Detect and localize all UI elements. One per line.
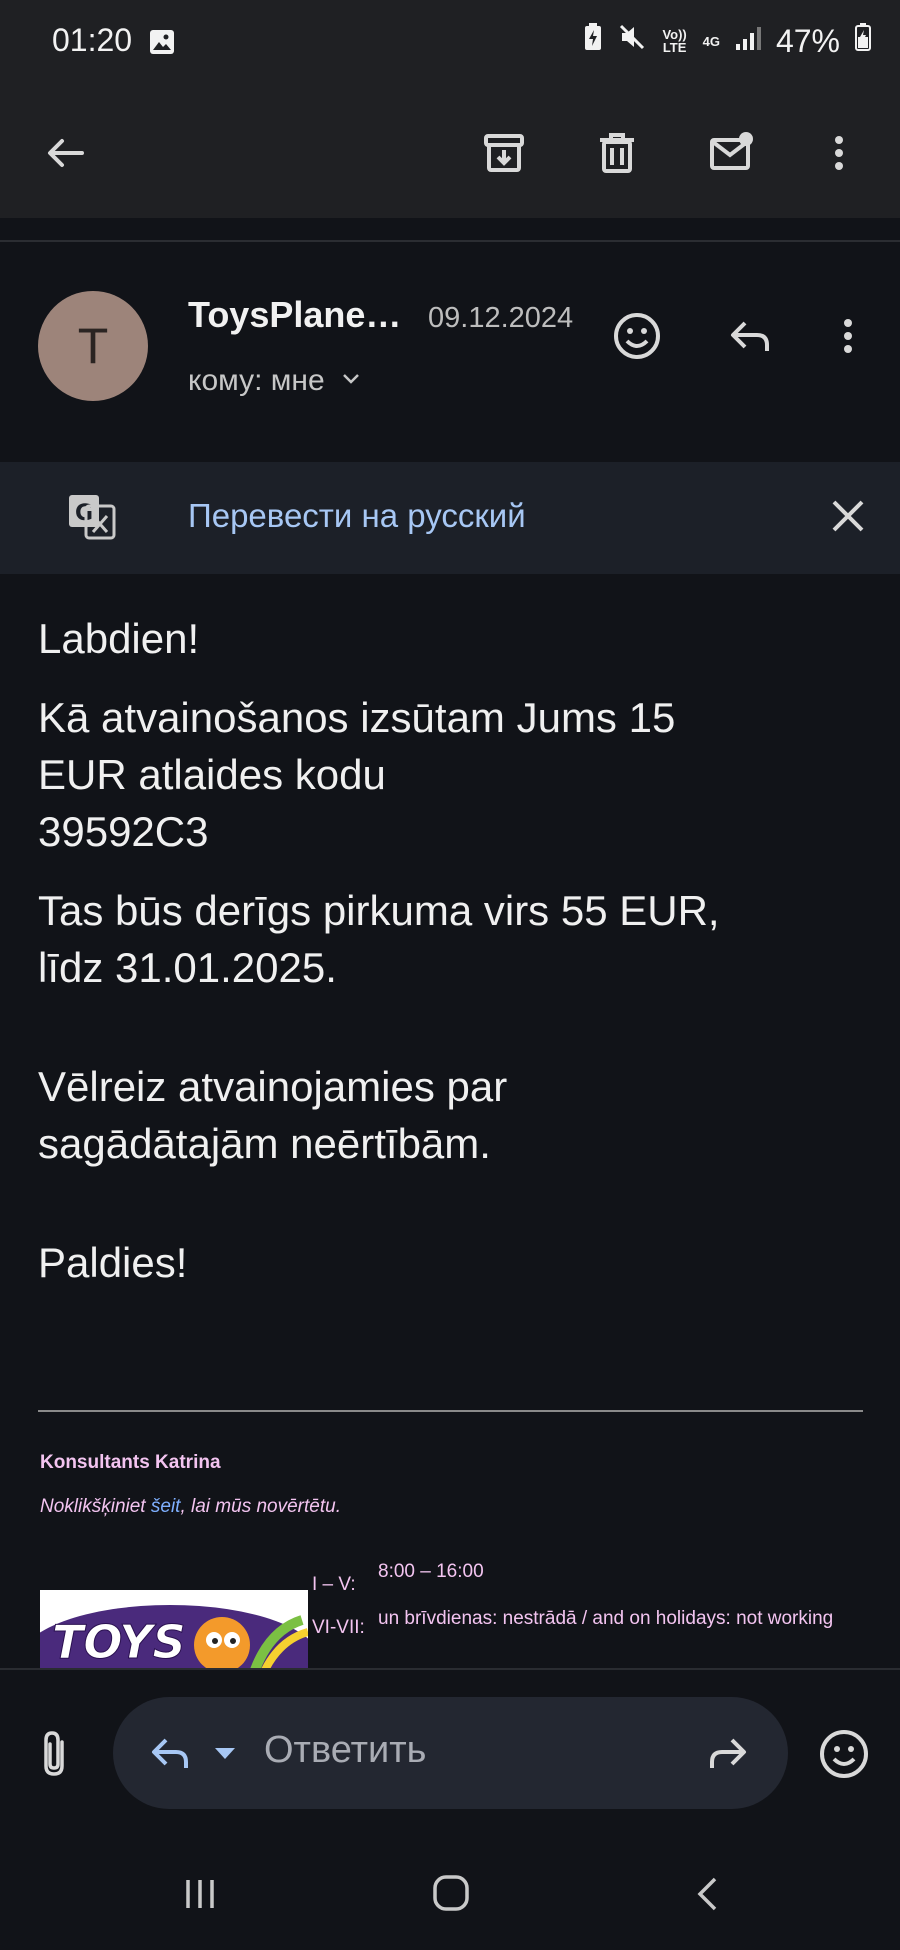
reply-placeholder[interactable]: Ответить — [264, 1729, 426, 1772]
app-bar — [0, 88, 900, 218]
network-label: 4G — [702, 33, 720, 49]
hours-label: VI-VII: — [312, 1617, 365, 1638]
discount-code: 39592C3 — [38, 808, 209, 855]
battery-saver-icon — [583, 22, 603, 60]
hours-value: un brīvdienas: nestrādā / and on holiday… — [378, 1608, 834, 1629]
mark-unread-icon[interactable] — [696, 118, 766, 188]
greeting: Labdien! — [38, 615, 200, 662]
attach-icon[interactable] — [32, 1728, 80, 1780]
sender-avatar[interactable]: T — [38, 291, 148, 401]
translate-icon: G — [66, 490, 118, 542]
message-date: 09.12.2024 — [428, 302, 574, 334]
svg-text:TOYS: TOYS — [52, 1615, 186, 1669]
body-line: sagādātajām neērtībām. — [38, 1120, 491, 1167]
recent-apps-icon[interactable] — [180, 1874, 220, 1914]
gallery-notification-icon — [148, 28, 176, 56]
body-line: Kā atvainošanos izsūtam Jums 15 — [38, 694, 676, 741]
body-line: līdz 31.01.2025. — [38, 944, 337, 991]
battery-percent: 47% — [775, 22, 840, 59]
body-line: Tas būs derīgs pirkuma virs 55 EUR, — [38, 887, 720, 934]
more-vert-icon[interactable] — [804, 118, 874, 188]
closing: Paldies! — [38, 1239, 188, 1286]
hours-label: I – V: — [312, 1574, 356, 1595]
hours-value: 8:00 – 16:00 — [378, 1561, 484, 1582]
back-arrow-icon[interactable] — [30, 118, 100, 188]
mute-icon — [617, 22, 647, 60]
body-line: Vēlreiz atvainojamies par — [38, 1063, 508, 1110]
archive-icon[interactable] — [469, 118, 539, 188]
translate-link[interactable]: Перевести на русский — [188, 497, 526, 535]
volte-label: Vo)) LTE — [662, 27, 687, 55]
rating-note-before: Noklikšķiniet — [40, 1496, 151, 1517]
body-line: EUR atlaides kodu — [38, 751, 386, 798]
chevron-down-icon — [339, 364, 363, 398]
recipient-toggle[interactable]: кому: мне — [188, 364, 363, 398]
recipient-label: кому: мне — [188, 364, 325, 397]
toysplanet-logo: TOYS — [40, 1590, 308, 1670]
reply-icon[interactable] — [720, 306, 780, 366]
close-icon[interactable] — [822, 490, 874, 542]
rating-note-after: , lai mūs novērtētu. — [180, 1496, 341, 1517]
battery-charging-icon — [854, 22, 872, 60]
signature-divider — [38, 1410, 863, 1412]
sender-name[interactable]: ToysPlane… — [188, 294, 401, 336]
reply-mode-icon[interactable] — [146, 1730, 194, 1778]
add-reaction-icon[interactable] — [607, 306, 667, 366]
message-body: Labdien! Kā atvainošanos izsūtam Jums 15… — [38, 610, 858, 1291]
signal-icon — [734, 23, 762, 60]
status-time: 01:20 — [52, 22, 133, 58]
status-icons: Vo)) LTE 4G 47% — [583, 22, 872, 60]
divider — [0, 240, 900, 242]
forward-icon[interactable] — [704, 1730, 752, 1778]
signature-name: Konsultants Katrina — [40, 1452, 221, 1473]
caret-down-icon[interactable] — [212, 1740, 238, 1766]
emoji-icon[interactable] — [818, 1728, 870, 1780]
message-more-icon[interactable] — [818, 306, 878, 366]
nav-back-icon[interactable] — [688, 1874, 728, 1914]
rating-note: Noklikšķiniet šeit, lai mūs novērtētu. — [40, 1496, 341, 1518]
home-icon[interactable] — [430, 1872, 472, 1914]
rating-link[interactable]: šeit — [151, 1496, 181, 1517]
delete-icon[interactable] — [582, 118, 652, 188]
